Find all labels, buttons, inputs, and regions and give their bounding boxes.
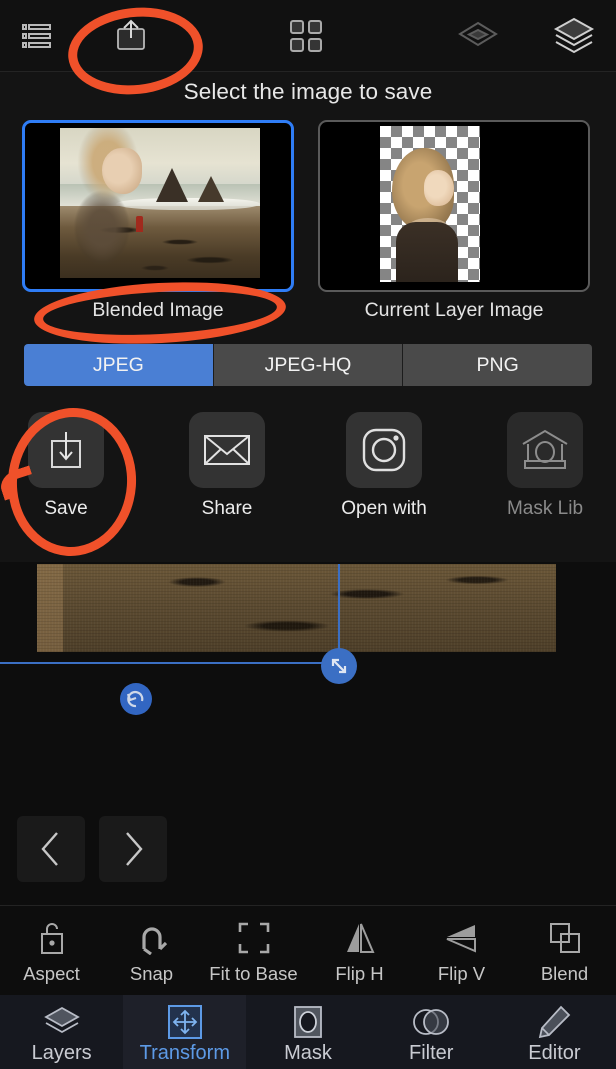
guide-line-horizontal <box>0 662 339 664</box>
guide-line-vertical <box>338 564 340 652</box>
thumbnail-current-layer-preview[interactable] <box>318 120 590 292</box>
nav-label: Filter <box>408 1041 454 1064</box>
fit-frame-icon <box>202 918 305 958</box>
mask-oval-icon <box>292 1004 324 1040</box>
tool-label: Aspect <box>23 963 80 984</box>
tool-snap[interactable]: Snap <box>100 918 203 985</box>
thumbnail-caption: Blended Image <box>92 299 224 321</box>
top-toolbar <box>0 0 616 72</box>
blended-image-artwork <box>60 128 260 278</box>
app-root: Select the image to save Blended Image C… <box>0 0 616 1069</box>
layers-merge-icon[interactable] <box>455 14 501 58</box>
magnet-icon <box>100 918 203 958</box>
format-selector: JPEG JPEG-HQ PNG <box>24 344 592 386</box>
next-button[interactable] <box>99 816 167 882</box>
thumbnail-caption: Current Layer Image <box>364 299 544 321</box>
resize-handle[interactable] <box>321 648 357 684</box>
panel-title: Select the image to save <box>183 79 433 104</box>
transform-move-icon <box>167 1004 202 1040</box>
share-button[interactable]: Share <box>169 412 285 520</box>
thumbnail-current-layer-image[interactable]: Current Layer Image <box>318 120 590 321</box>
share-label: Share <box>201 498 253 519</box>
nav-label: Mask <box>284 1041 332 1064</box>
flip-horizontal-icon <box>308 918 411 958</box>
nav-label: Layers <box>31 1041 92 1064</box>
mask-lib-button[interactable]: Mask Lib <box>487 412 603 520</box>
canvas-image[interactable] <box>37 564 556 652</box>
camera-icon <box>346 412 422 488</box>
nav-label: Transform <box>139 1041 230 1064</box>
download-box-icon <box>28 412 104 488</box>
nav-item-editor[interactable]: Editor <box>493 995 616 1069</box>
nav-item-filter[interactable]: Filter <box>370 995 493 1069</box>
canvas-area[interactable] <box>0 562 616 905</box>
save-panel: Select the image to save Blended Image C… <box>0 72 616 562</box>
filter-circles-icon <box>412 1004 450 1040</box>
flip-vertical-icon <box>410 918 513 958</box>
action-row: Save Share Open with Mask Lib <box>0 412 616 542</box>
save-button[interactable]: Save <box>8 412 124 520</box>
open-with-button[interactable]: Open with <box>326 412 442 520</box>
format-option-jpeg-hq[interactable]: JPEG-HQ <box>213 344 404 386</box>
chevron-right-icon <box>126 832 143 866</box>
nav-item-mask[interactable]: Mask <box>246 995 369 1069</box>
tool-label: Flip V <box>437 963 486 984</box>
tool-blend[interactable]: Blend <box>513 918 616 985</box>
undo-handle[interactable] <box>120 683 152 715</box>
bottom-navigation: Layers Transform Mask Filter Editor <box>0 995 616 1069</box>
open-with-label: Open with <box>341 498 427 519</box>
thumbnail-blended-preview[interactable] <box>22 120 294 292</box>
tool-label: Snap <box>129 963 174 984</box>
list-icon[interactable] <box>14 14 60 58</box>
previous-button[interactable] <box>17 816 85 882</box>
envelope-icon <box>189 412 265 488</box>
nav-item-layers[interactable]: Layers <box>0 995 123 1069</box>
tool-label: Blend <box>540 963 589 984</box>
tool-flip-h[interactable]: Flip H <box>308 918 411 985</box>
lock-open-icon <box>0 918 103 958</box>
nav-label: Editor <box>528 1041 581 1064</box>
layers-icon <box>42 1004 82 1040</box>
layers-stack-icon[interactable] <box>551 14 597 58</box>
tool-label: Flip H <box>335 963 384 984</box>
nav-item-transform[interactable]: Transform <box>123 995 247 1069</box>
share-export-icon[interactable] <box>108 14 154 58</box>
mask-lib-label: Mask Lib <box>506 498 584 519</box>
format-option-jpeg[interactable]: JPEG <box>24 344 214 386</box>
save-label: Save <box>44 498 88 519</box>
thumbnail-row: Blended Image Current Layer Image <box>0 120 616 321</box>
format-option-png[interactable]: PNG <box>403 344 592 386</box>
thumbnail-blended-image[interactable]: Blended Image <box>22 120 294 321</box>
bank-library-icon <box>507 412 583 488</box>
current-layer-artwork <box>380 126 480 282</box>
transform-tool-strip: Aspect Snap Fit to Base Flip H Flip V Bl… <box>0 905 616 995</box>
chevron-left-icon <box>41 832 58 866</box>
tool-label: Fit to Base <box>209 963 298 984</box>
grid-icon[interactable] <box>283 14 329 58</box>
blend-squares-icon <box>513 918 616 958</box>
tool-flip-v[interactable]: Flip V <box>410 918 513 985</box>
tool-fit-to-base[interactable]: Fit to Base <box>202 918 305 985</box>
pencil-icon <box>537 1004 571 1040</box>
tool-aspect[interactable]: Aspect <box>0 918 103 985</box>
